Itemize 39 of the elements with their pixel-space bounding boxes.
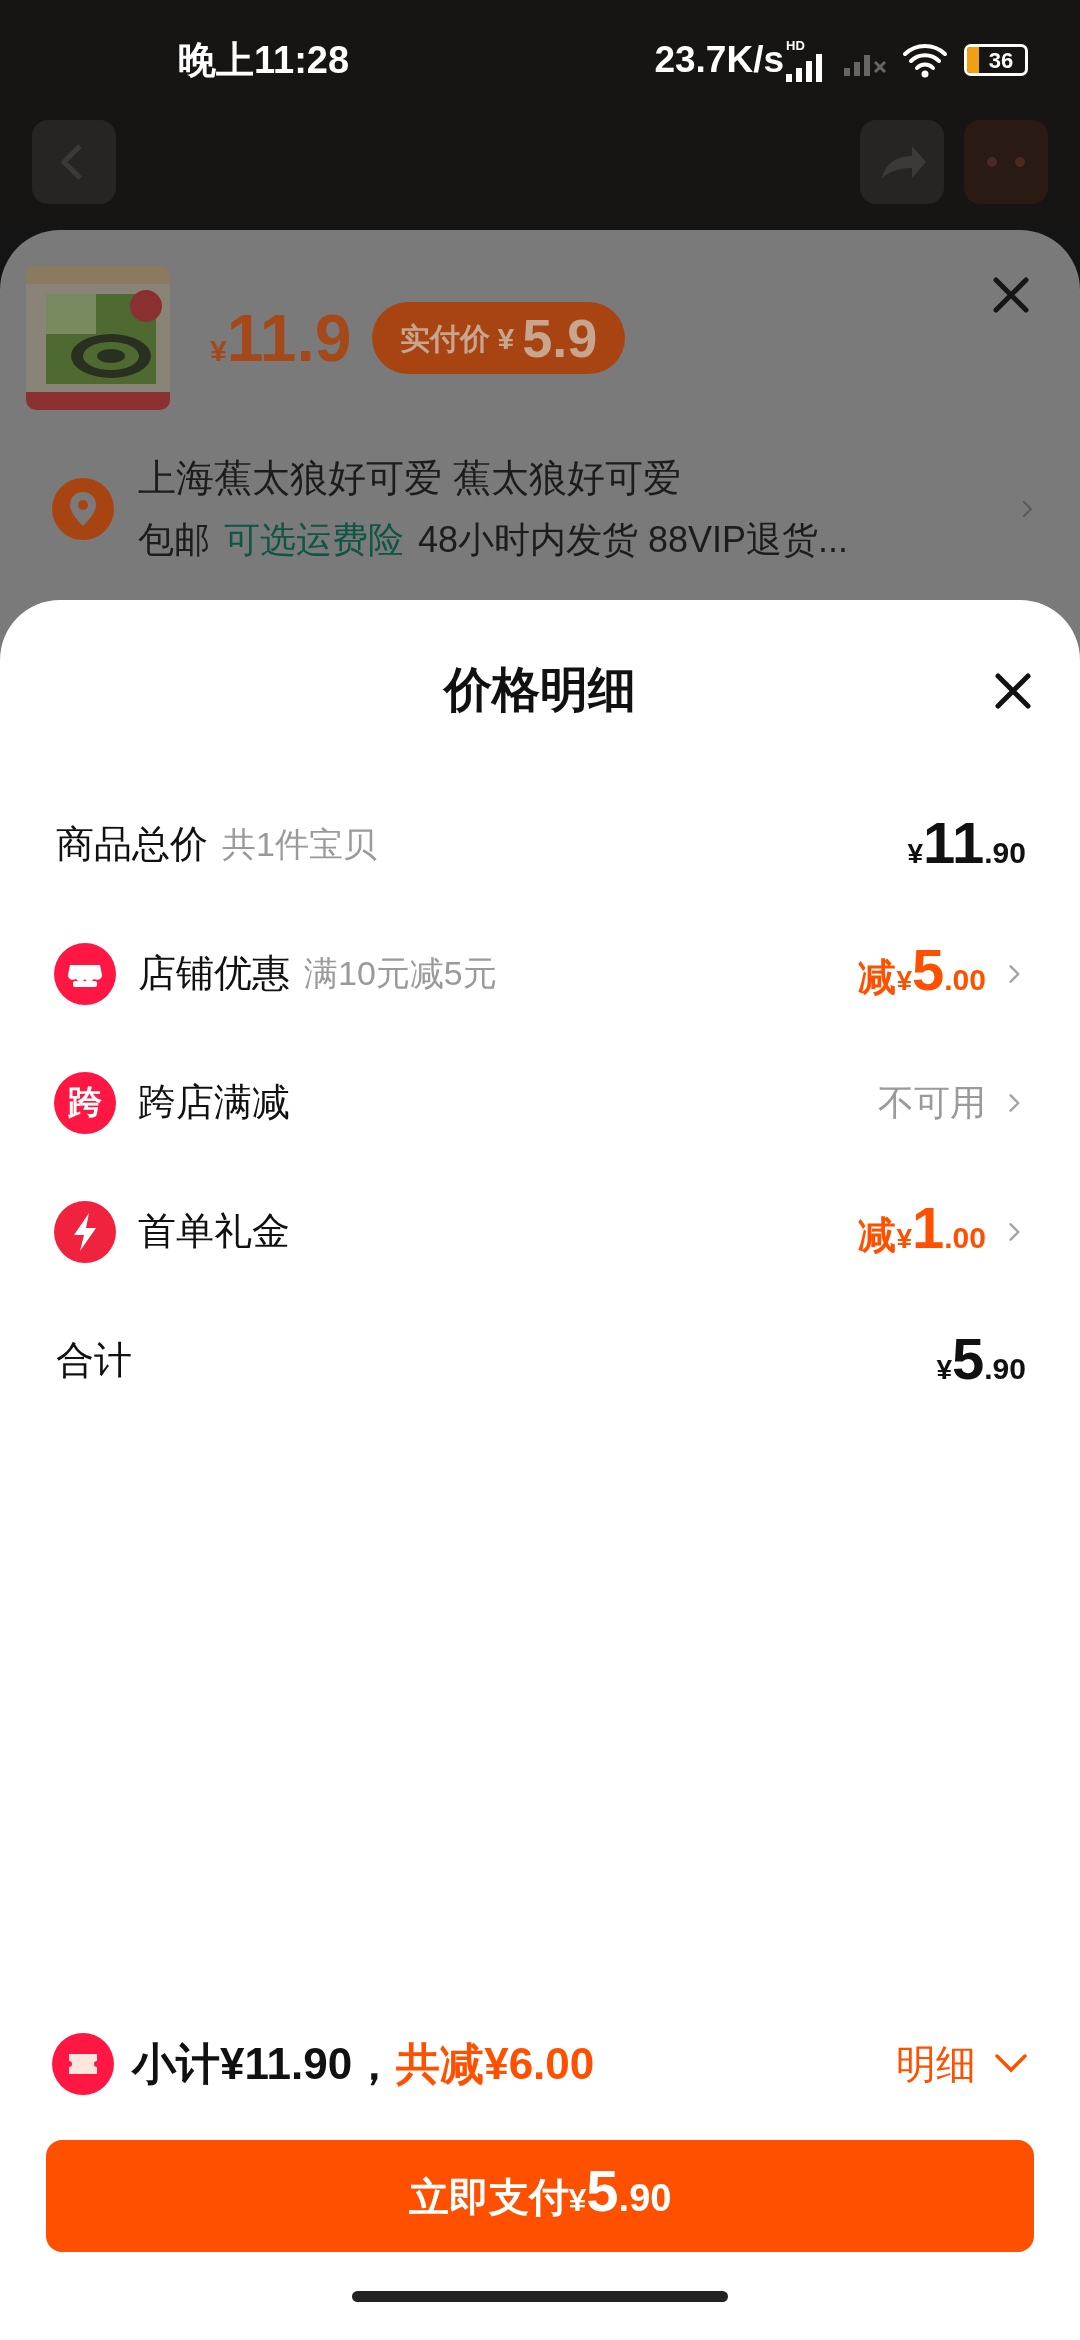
- row-label: 店铺优惠: [138, 951, 290, 996]
- home-indicator[interactable]: [352, 2290, 728, 2302]
- shipping-insurance-link[interactable]: 可选运费险: [224, 513, 404, 567]
- status-time: 晚上11:28: [178, 37, 350, 83]
- network-speed: 23.7K/s: [654, 38, 784, 83]
- more-icon: [964, 120, 1048, 204]
- shipping-info: 48小时内发货 88VIP退货...: [418, 518, 849, 562]
- row-note: 满10元减5元: [304, 953, 497, 994]
- discount-total-text: 共减¥6.00: [396, 2038, 595, 2090]
- row-label: 合计: [56, 1338, 132, 1383]
- share-icon: [860, 120, 944, 204]
- lightning-icon: [54, 1200, 116, 1263]
- status-text: 不可用: [878, 1080, 986, 1125]
- product-price: ¥11.9: [210, 299, 352, 377]
- ticket-icon: [52, 2033, 114, 2095]
- location-pin-icon: [52, 477, 114, 540]
- subtotal-text: 小计¥11.90，: [132, 2038, 397, 2090]
- row-label: 跨店满减: [138, 1080, 290, 1125]
- delivery-address: 上海蕉太狼好可爱 蕉太狼好可爱: [138, 456, 682, 501]
- sheet-title: 价格明细: [444, 662, 636, 718]
- pay-now-button[interactable]: 立即支付¥5.90: [46, 2140, 1034, 2252]
- amount-text: ¥11.90: [907, 814, 1026, 875]
- store-icon: [54, 942, 116, 1005]
- detail-toggle[interactable]: 明细: [896, 2034, 1028, 2094]
- network-type-label: HD: [786, 38, 805, 52]
- shipping-info: 包邮: [138, 518, 210, 562]
- battery-level: 36: [988, 47, 1014, 73]
- back-icon: [32, 120, 116, 204]
- pay-price-badge: 实付价 ¥5.9: [371, 302, 626, 374]
- icon-text: 跨: [68, 1082, 102, 1123]
- row-label: 首单礼金: [138, 1209, 290, 1254]
- amount-text: 减¥1.00: [858, 1199, 986, 1262]
- battery-fill: [967, 47, 979, 73]
- wifi-icon: [902, 42, 948, 78]
- row-label: 商品总价: [56, 822, 208, 867]
- amount-text: ¥5.90: [936, 1330, 1026, 1391]
- amount-text: 减¥5.00: [858, 941, 986, 1004]
- row-note: 共1件宝贝: [222, 824, 377, 865]
- close-icon[interactable]: [994, 672, 1032, 710]
